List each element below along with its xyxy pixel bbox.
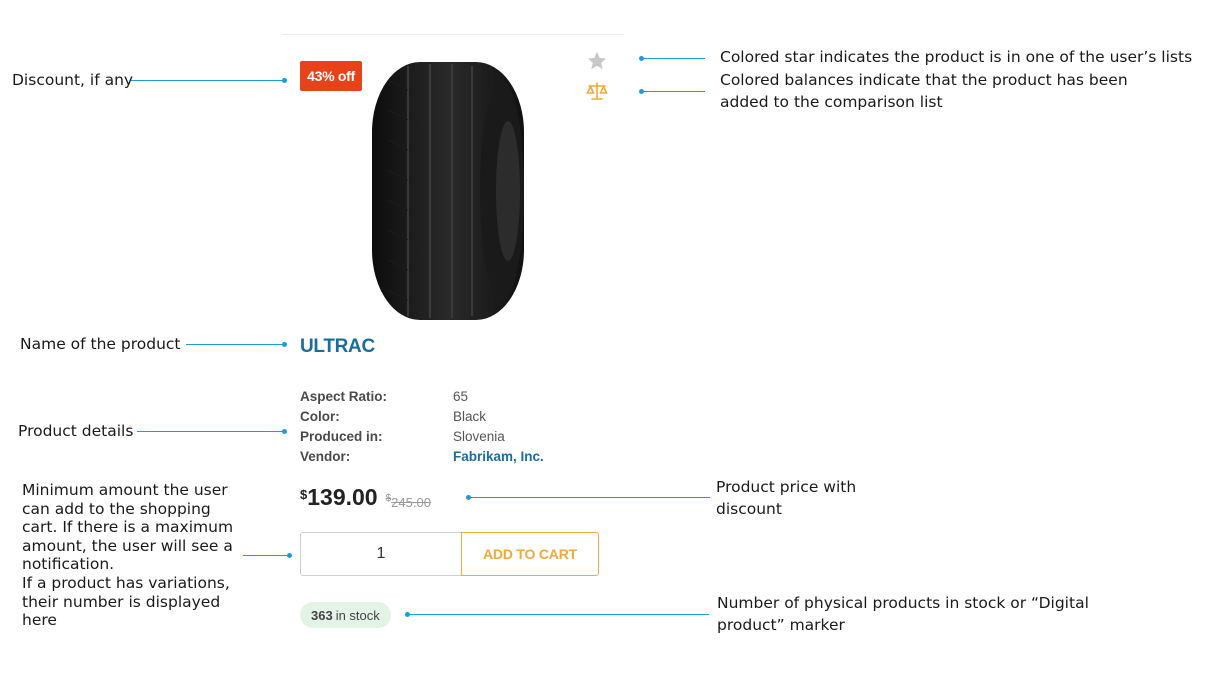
detail-row: Aspect Ratio: 65	[300, 389, 544, 409]
detail-row: Produced in: Slovenia	[300, 429, 544, 449]
scale-icon[interactable]	[586, 80, 608, 102]
detail-label: Vendor:	[300, 449, 351, 464]
detail-label: Color:	[300, 409, 340, 424]
annotation-price-2: discount	[716, 500, 782, 518]
annotation-balances-2: added to the comparison list	[720, 93, 943, 111]
detail-value: Slovenia	[453, 429, 505, 444]
annotation-price-1: Product price with	[716, 478, 857, 496]
detail-row: Color: Black	[300, 409, 544, 429]
annotation-min-amount: Minimum amount the user can add to the s…	[22, 481, 234, 573]
vendor-link[interactable]: Fabrikam, Inc.	[453, 449, 544, 469]
connector-line	[643, 91, 705, 92]
connector-line	[137, 431, 283, 432]
discount-badge: 43% off	[300, 61, 362, 91]
annotation-discount: Discount, if any	[12, 71, 134, 89]
card-top-border	[282, 34, 624, 35]
connector-dot	[282, 78, 287, 83]
annotation-variations: If a product has variations, their numbe…	[22, 574, 230, 629]
product-image[interactable]	[368, 60, 528, 322]
star-icon[interactable]	[585, 50, 609, 72]
price-amount: 139.00	[307, 484, 378, 510]
product-price: $ 139.00 $ 245.00	[300, 484, 431, 511]
connector-line	[243, 555, 288, 556]
annotation-name: Name of the product	[20, 335, 181, 353]
connector-line	[470, 497, 710, 498]
connector-line	[186, 344, 283, 345]
detail-row: Vendor: Fabrikam, Inc.	[300, 449, 544, 469]
annotation-stock-2: product” marker	[717, 616, 845, 634]
detail-value: 65	[453, 389, 469, 404]
price-currency: $	[300, 487, 308, 502]
detail-value: Black	[453, 409, 487, 424]
connector-dot	[282, 342, 287, 347]
annotation-star: Colored star indicates the product is in…	[720, 48, 1193, 66]
connector-dot	[287, 553, 292, 558]
quantity-input[interactable]: 1	[300, 532, 461, 576]
connector-line	[131, 80, 283, 81]
connector-line	[409, 614, 709, 615]
stock-label: in stock	[335, 607, 380, 623]
product-name-link[interactable]: ULTRAC	[300, 336, 375, 358]
connector-line	[643, 58, 705, 59]
add-to-cart-button[interactable]: ADD TO CART	[461, 532, 599, 576]
stock-count: 363	[311, 607, 333, 623]
connector-dot	[282, 429, 287, 434]
annotation-balances-1: Colored balances indicate that the produ…	[720, 71, 1128, 89]
annotation-details: Product details	[18, 422, 134, 440]
annotation-stock-1: Number of physical products in stock or …	[717, 594, 1089, 612]
detail-label: Aspect Ratio:	[300, 389, 388, 404]
detail-label: Produced in:	[300, 429, 383, 444]
stock-badge: 363 in stock	[300, 602, 391, 628]
old-price-amount: 245.00	[391, 495, 431, 510]
product-details: Aspect Ratio: 65 Color: Black Produced i…	[300, 389, 544, 469]
